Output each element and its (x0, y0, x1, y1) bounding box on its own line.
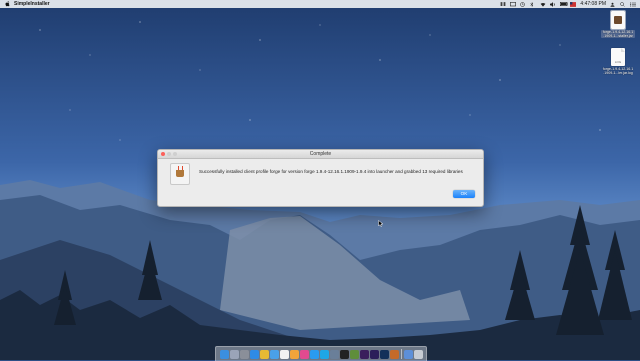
app-store-icon[interactable] (309, 349, 319, 359)
log-file-icon: LOG (611, 48, 625, 66)
app-menu-name[interactable]: SimpleInstaller (14, 1, 50, 7)
window-controls (161, 152, 177, 156)
close-button[interactable] (161, 152, 165, 156)
volume-icon[interactable] (550, 1, 556, 7)
jar-file-icon (610, 10, 626, 30)
desktop-file-installer-log[interactable]: LOG forge-1.9.4-12.16.1 .1909-1...ler.ja… (601, 48, 635, 75)
photos-icon[interactable] (289, 349, 299, 359)
spotlight-icon[interactable] (620, 1, 626, 7)
apple-menu-icon[interactable] (5, 1, 10, 7)
minecraft-icon[interactable] (349, 349, 359, 359)
display-icon[interactable] (510, 1, 517, 7)
downloads-icon[interactable] (403, 349, 413, 359)
time-machine-icon[interactable] (520, 1, 526, 7)
desktop-file-label: forge-1.9.4-12.16.1 .1909-1...ler.jar.lo… (602, 67, 634, 76)
minimize-button[interactable] (167, 152, 171, 156)
java-icon (170, 163, 190, 185)
mail-icon[interactable] (269, 349, 279, 359)
terminal-icon[interactable] (339, 349, 349, 359)
dialog-message: Successfully installed client profile fo… (199, 169, 463, 174)
desktop-file-label: forge-1.9.4-12.16.1 .1909-1...staller.ja… (601, 30, 635, 39)
mouse-cursor-icon (378, 220, 383, 227)
photoshop-icon[interactable] (379, 349, 389, 359)
premiere-icon[interactable] (359, 349, 369, 359)
desktop-file-installer-jar[interactable]: forge-1.9.4-12.16.1 .1909-1...staller.ja… (601, 10, 635, 39)
status-menu-area: 4:47:08 PM (500, 1, 636, 7)
launchpad-icon[interactable] (229, 349, 239, 359)
menu-bar: SimpleInstaller 4:47:08 PM (0, 0, 640, 8)
notification-center-icon[interactable] (630, 2, 636, 7)
bluetooth-icon[interactable] (530, 1, 536, 7)
dialog-titlebar[interactable]: Complete (158, 150, 483, 159)
menu-clock[interactable]: 4:47:08 PM (580, 1, 606, 7)
preview-icon[interactable] (329, 349, 339, 359)
trash-icon[interactable] (413, 349, 423, 359)
itunes-icon[interactable] (299, 349, 309, 359)
safari-icon[interactable] (249, 349, 259, 359)
system-preferences-icon[interactable] (239, 349, 249, 359)
chrome-icon[interactable] (259, 349, 269, 359)
complete-dialog: Complete Successfully installed client p… (157, 149, 484, 207)
user-icon[interactable] (610, 2, 616, 7)
ok-button[interactable]: OK (453, 190, 475, 198)
skype-icon[interactable] (319, 349, 329, 359)
finder-icon[interactable] (219, 349, 229, 359)
dropbox-icon[interactable] (500, 1, 507, 7)
battery-icon[interactable] (560, 1, 569, 7)
dialog-title: Complete (309, 151, 332, 157)
zoom-button[interactable] (173, 152, 177, 156)
java-icon[interactable] (389, 349, 399, 359)
calendar-icon[interactable] (279, 349, 289, 359)
flag-icon[interactable] (570, 1, 577, 7)
dock-separator (400, 349, 402, 359)
wifi-icon[interactable] (540, 2, 546, 7)
after-effects-icon[interactable] (369, 349, 379, 359)
dock (215, 346, 427, 361)
